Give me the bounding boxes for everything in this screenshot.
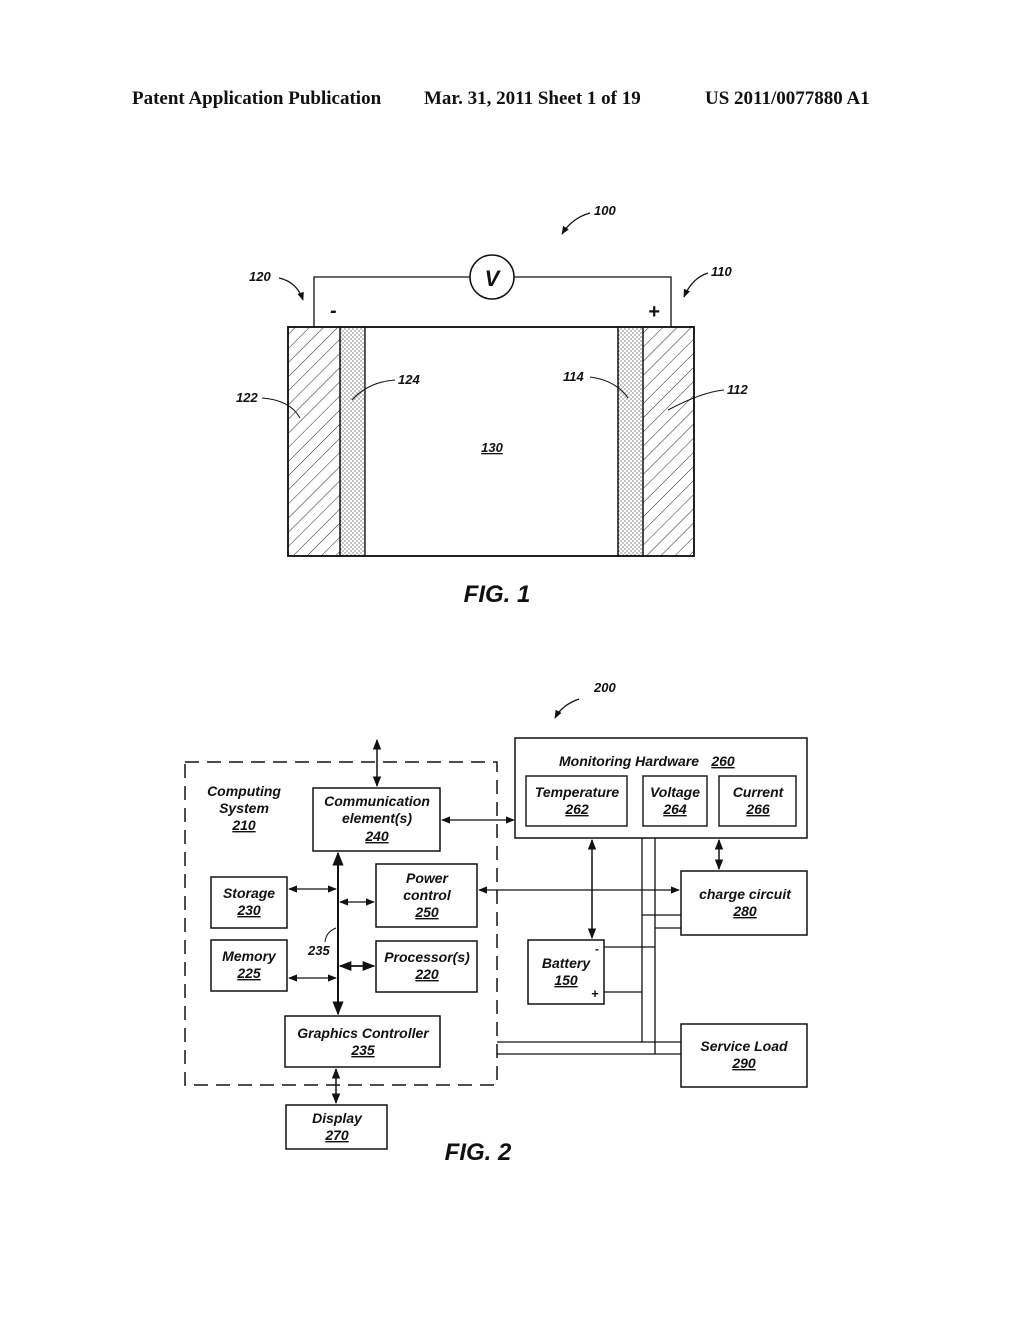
charge-ref: 280 xyxy=(732,903,757,919)
voltage-label: Voltage xyxy=(650,784,700,800)
fig1-leader-100 xyxy=(561,212,591,235)
positive-electrode-114 xyxy=(617,326,644,557)
display-ref: 270 xyxy=(324,1127,349,1143)
fig1-ref-130: 130 xyxy=(481,440,503,455)
drawing-sheet: 100 V - + 120 110 122 124 114 112 130 FI… xyxy=(184,203,808,1166)
processor-label: Processor(s) xyxy=(384,949,470,965)
negative-terminal-sign: - xyxy=(330,300,337,322)
battery-ref: 150 xyxy=(554,972,578,988)
fig1-ref-110: 110 xyxy=(711,264,732,279)
fig1-ref-112: 112 xyxy=(727,382,748,397)
communication-ref: 240 xyxy=(364,828,389,844)
positive-current-collector-112 xyxy=(642,326,695,557)
voltage-ref: 264 xyxy=(662,801,687,817)
battery-minus: - xyxy=(595,942,599,956)
fig1: 100 V - + 120 110 122 124 114 112 130 FI… xyxy=(236,203,748,608)
negative-current-collector-122 xyxy=(287,326,341,557)
fig2-leader-200 xyxy=(554,698,580,719)
display-label: Display xyxy=(312,1110,363,1126)
voltmeter-label: V xyxy=(485,266,502,291)
memory-ref: 225 xyxy=(236,965,261,981)
battery-plus: + xyxy=(591,986,599,1001)
power-control-ref: 250 xyxy=(414,904,439,920)
negative-electrode-124 xyxy=(339,326,366,557)
current-ref: 266 xyxy=(745,801,770,817)
fig1-leader-120 xyxy=(278,277,304,301)
bus-ref: 235 xyxy=(307,943,330,958)
battery-label: Battery xyxy=(542,955,591,971)
charge-label: charge circuit xyxy=(699,886,792,902)
monitoring-ref: 260 xyxy=(710,753,735,769)
fig2-caption: FIG. 2 xyxy=(445,1139,512,1166)
fig1-ref-120: 120 xyxy=(249,269,271,284)
processor-ref: 220 xyxy=(414,966,439,982)
fig1-leader-110 xyxy=(683,272,709,298)
bus-leader xyxy=(324,927,337,943)
graphics-label: Graphics Controller xyxy=(297,1025,430,1041)
communication-line1: Communication xyxy=(324,793,430,809)
fig1-ref-114: 114 xyxy=(563,369,584,384)
service-load-label: Service Load xyxy=(700,1038,788,1054)
fig1-ref-122: 122 xyxy=(236,390,258,405)
storage-label: Storage xyxy=(223,885,275,901)
temperature-ref: 262 xyxy=(564,801,589,817)
communication-line2: element(s) xyxy=(342,810,412,826)
temperature-label: Temperature xyxy=(535,784,620,800)
memory-label: Memory xyxy=(222,948,277,964)
positive-terminal-sign: + xyxy=(648,301,660,323)
service-load-ref: 290 xyxy=(731,1055,756,1071)
current-label: Current xyxy=(733,784,785,800)
graphics-ref: 235 xyxy=(350,1042,375,1058)
storage-ref: 230 xyxy=(236,902,261,918)
fig1-ref-100: 100 xyxy=(594,203,616,218)
monitoring-label: Monitoring Hardware xyxy=(559,753,699,769)
fig2-ref-200: 200 xyxy=(593,680,616,695)
fig1-caption: FIG. 1 xyxy=(464,581,531,608)
power-control-line1: Power xyxy=(406,870,450,886)
computing-system-line1: Computing xyxy=(207,783,281,799)
power-control-line2: control xyxy=(403,887,452,903)
computing-system-ref: 210 xyxy=(231,817,256,833)
computing-system-line2: System xyxy=(219,800,269,816)
fig2: 200 Computing System 210 Communication e… xyxy=(184,680,808,1166)
fig1-ref-124: 124 xyxy=(398,372,420,387)
